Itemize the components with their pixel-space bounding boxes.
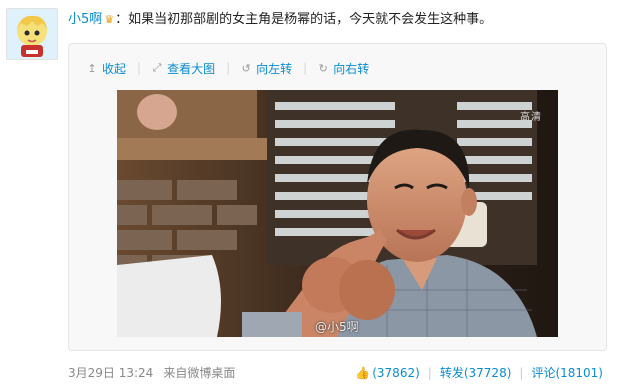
post-image[interactable]: 高清 @小5啊 — [117, 90, 558, 337]
post-content: 小5啊 ♛：如果当初那部剧的女主角是杨幂的话，今天就不会发生这种事。 — [68, 10, 613, 30]
rotate-left-label: 向左转 — [256, 61, 293, 76]
post-footer: 3月29日 13:24 来自微博桌面 👍 (37862) | 转发 (37728) … — [68, 364, 605, 382]
rotate-right-label: 向右转 — [333, 61, 370, 76]
thumbs-up-icon: 👍 — [355, 366, 371, 380]
username-link[interactable]: 小5啊 — [68, 12, 102, 27]
comment-button[interactable]: 评论 (18101) — [531, 364, 603, 382]
like-count: (37862) — [372, 366, 420, 380]
view-large-icon: ⤢ — [152, 61, 162, 74]
view-large-button[interactable]: ⤢ 查看大图 — [152, 60, 215, 77]
rotate-left-button[interactable]: ↺ 向左转 — [241, 60, 293, 77]
footer-divider: | — [427, 366, 432, 380]
post-source[interactable]: 来自微博桌面 — [163, 366, 235, 380]
media-box: ↥ 收起 | ⤢ 查看大图 | ↺ 向左转 | ↻ 向右转 高清 @小5啊 — [68, 43, 607, 351]
hd-label: 高清 — [520, 112, 542, 123]
comment-label: 评论 — [531, 366, 556, 380]
toolbar-divider: | — [303, 61, 308, 75]
tv-still-illustration — [117, 90, 558, 337]
image-watermark: @小5啊 — [315, 320, 359, 334]
cartoon-avatar-icon — [7, 9, 57, 59]
rotate-right-button[interactable]: ↻ 向右转 — [318, 60, 370, 77]
footer-divider: | — [519, 366, 524, 380]
post-text: ：如果当初那部剧的女主角是杨幂的话，今天就不会发生这种事。 — [115, 12, 493, 27]
collapse-label: 收起 — [102, 61, 127, 76]
toolbar-divider: | — [226, 61, 231, 75]
repost-label: 转发 — [439, 366, 464, 380]
rotate-right-icon: ↻ — [318, 61, 328, 75]
like-button[interactable]: 👍 (37862) — [355, 364, 420, 382]
repost-button[interactable]: 转发 (37728) — [440, 364, 512, 382]
collapse-icon: ↥ — [87, 61, 97, 75]
toolbar-divider: | — [137, 61, 142, 75]
repost-count: (37728) — [463, 366, 512, 380]
rotate-left-icon: ↺ — [241, 61, 251, 75]
post-timestamp[interactable]: 3月29日 13:24 — [68, 366, 153, 380]
collapse-button[interactable]: ↥ 收起 — [87, 60, 126, 77]
crown-icon: ♛ — [104, 13, 115, 26]
user-avatar[interactable] — [6, 8, 58, 60]
media-toolbar: ↥ 收起 | ⤢ 查看大图 | ↺ 向左转 | ↻ 向右转 — [87, 59, 369, 77]
comment-count: (18101) — [555, 366, 603, 380]
view-large-label: 查看大图 — [167, 61, 216, 76]
